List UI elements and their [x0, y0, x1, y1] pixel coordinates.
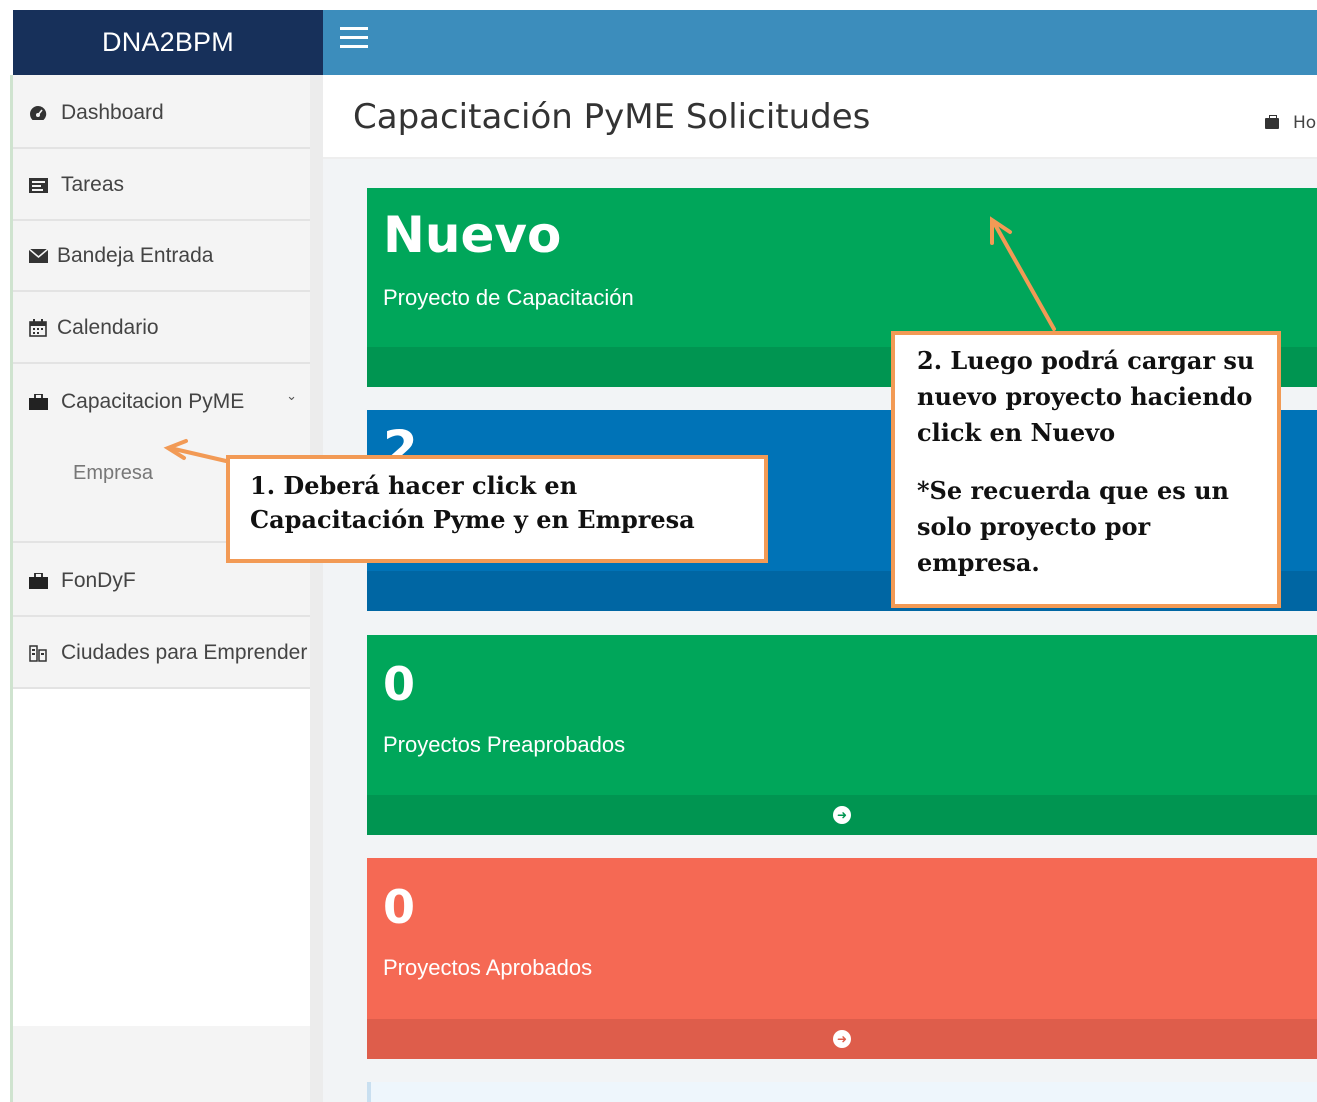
box-value: 0: [383, 880, 416, 934]
sidebar-item-tareas[interactable]: Tareas: [13, 151, 323, 221]
callout-step-2: 2. Luego podrá cargar su nuevo proyecto …: [891, 331, 1281, 608]
sidebar-item-label: Dashboard: [61, 101, 164, 124]
sidebar-item-label: Tareas: [61, 173, 125, 196]
envelope-icon: [27, 246, 49, 266]
box-footer-link[interactable]: ➜: [367, 1019, 1317, 1059]
box-footer-link[interactable]: ➜: [367, 795, 1317, 835]
briefcase-icon: [1265, 114, 1279, 129]
tasks-icon: [27, 175, 49, 195]
outer-top-margin: [0, 0, 1317, 10]
sidebar-item-label: Ciudades para Emprender: [61, 641, 308, 664]
chevron-down-icon[interactable]: ⌄: [286, 389, 297, 404]
box-aprobados[interactable]: 0 Proyectos Aprobados ➜: [367, 858, 1317, 1059]
arrow-circle-right-icon[interactable]: ➜: [833, 806, 851, 824]
callout-step-2-text: 2. Luego podrá cargar su nuevo proyecto …: [917, 346, 1255, 447]
sidebar-item-label: FonDyF: [61, 569, 136, 592]
city-icon: [27, 643, 49, 663]
submenu-item-empresa[interactable]: Empresa: [73, 462, 153, 485]
box-label: Proyectos Aprobados: [383, 955, 593, 980]
box-label: Proyecto de Capacitación: [383, 285, 634, 310]
arrow-circle-right-icon[interactable]: ➜: [833, 1030, 851, 1048]
briefcase-icon: [27, 571, 49, 591]
callout-step-1: 1. Deberá hacer click en Capacitación Py…: [226, 455, 768, 563]
info-box-partial: [367, 1082, 1317, 1102]
sidebar-item-bandeja[interactable]: Bandeja Entrada: [13, 222, 323, 292]
box-label: Proyectos Preaprobados: [383, 732, 626, 757]
sidebar: Dashboard Tareas Bandeja Entrada Calenda…: [13, 75, 323, 1102]
dashboard-icon: [27, 103, 49, 123]
page: DNA2BPM Dashboard Tareas Bandeja Entrada: [0, 0, 1317, 1102]
box-preaprobados[interactable]: 0 Proyectos Preaprobados ➜: [367, 635, 1317, 835]
sidebar-item-ciudades[interactable]: Ciudades para Emprender: [13, 619, 323, 689]
sidebar-item-dashboard[interactable]: Dashboard: [13, 79, 323, 149]
sidebar-divider: [310, 75, 323, 1102]
menu-toggle-icon[interactable]: [340, 27, 370, 49]
breadcrumb[interactable]: Ho: [1265, 113, 1316, 133]
content-header: Capacitación PyME Solicitudes Ho: [323, 75, 1317, 159]
sidebar-item-label: Bandeja Entrada: [57, 244, 214, 267]
sidebar-empty-area: [13, 689, 323, 1026]
calendar-icon: [27, 318, 49, 338]
logo-bar[interactable]: DNA2BPM: [13, 10, 323, 75]
sidebar-item-label: Capacitacion PyME: [61, 390, 245, 413]
sidebar-item-calendario[interactable]: Calendario: [13, 294, 323, 364]
briefcase-icon: [27, 392, 49, 412]
box-value: 0: [383, 657, 416, 711]
callout-note-text: *Se recuerda que es un solo proyecto por…: [917, 476, 1229, 577]
app-logo: DNA2BPM: [102, 27, 234, 57]
box-value: Nuevo: [383, 206, 562, 264]
top-navbar: [323, 10, 1317, 75]
sidebar-item-capacitacion-pyme[interactable]: Capacitacion PyME ⌄: [13, 365, 323, 439]
breadcrumb-home[interactable]: Ho: [1293, 113, 1316, 133]
page-title: Capacitación PyME Solicitudes: [353, 97, 871, 137]
sidebar-item-label: Calendario: [57, 316, 159, 339]
